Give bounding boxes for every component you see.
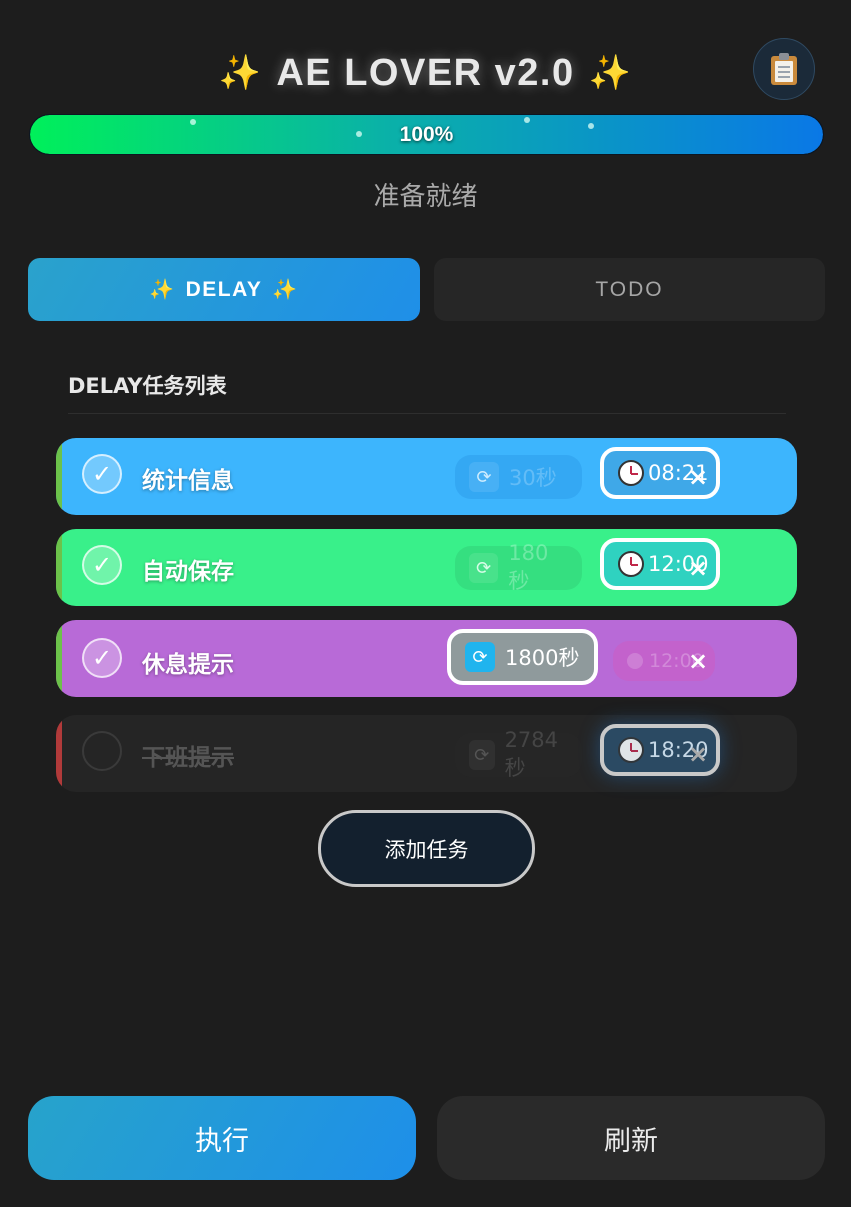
tab-todo-label: TODO: [595, 277, 664, 301]
task-name: 统计信息: [142, 468, 234, 494]
task-checkbox[interactable]: [82, 731, 122, 771]
refresh-icon: ⟳: [469, 462, 499, 492]
interval-value: 1800秒: [505, 646, 580, 670]
task-checkbox[interactable]: ✓: [82, 545, 122, 585]
progress-bar: 100%: [29, 114, 824, 155]
delete-task-button[interactable]: ×: [683, 739, 713, 769]
delete-task-button[interactable]: ×: [683, 646, 713, 676]
progress-percent: 100%: [399, 122, 454, 146]
status-text: 准备就绪: [373, 182, 478, 212]
interval-value: 180秒: [508, 541, 549, 593]
execute-button[interactable]: 执行: [28, 1096, 416, 1180]
alarm-clock-icon: [618, 460, 644, 486]
clipboard-icon: [771, 53, 797, 85]
sparkle-icon: ✨: [272, 279, 299, 301]
refresh-icon: ⟳: [465, 642, 495, 672]
section-title: DELAY任务列表: [68, 374, 227, 398]
sparkle-icon: ✨: [588, 54, 633, 92]
interval-pill[interactable]: ⟳ 2784秒: [455, 728, 582, 780]
task-name: 下班提示: [142, 745, 234, 771]
interval-pill[interactable]: ⟳ 180秒: [455, 541, 582, 593]
app-title-text: AE LOVER v2.0: [276, 51, 575, 94]
alarm-clock-icon: [618, 551, 644, 577]
task-checkbox[interactable]: ✓: [82, 454, 122, 494]
refresh-icon: ⟳: [469, 553, 499, 583]
sparkle-icon: ✨: [218, 54, 263, 92]
alarm-clock-icon: [618, 737, 644, 763]
task-name: 休息提示: [142, 652, 234, 678]
app-title: ✨ AE LOVER v2.0 ✨: [0, 48, 851, 98]
delete-task-button[interactable]: ×: [683, 462, 713, 492]
refresh-button[interactable]: 刷新: [437, 1096, 825, 1180]
tab-delay-label: DELAY: [185, 277, 263, 301]
clipboard-button[interactable]: [753, 38, 815, 100]
sparkle-icon: ✨: [149, 279, 176, 301]
interval-pill[interactable]: ⟳ 1800秒: [447, 629, 598, 685]
add-task-button[interactable]: 添加任务: [318, 810, 535, 887]
interval-pill[interactable]: ⟳ 30秒: [455, 455, 582, 499]
interval-value: 30秒: [509, 466, 557, 490]
interval-value: 2784秒: [504, 728, 559, 780]
divider: [68, 413, 786, 414]
tab-delay[interactable]: ✨ DELAY ✨: [28, 258, 420, 321]
delete-task-button[interactable]: ×: [683, 553, 713, 583]
refresh-icon: ⟳: [469, 740, 495, 770]
tab-todo[interactable]: TODO: [434, 258, 825, 321]
alarm-clock-icon: [627, 653, 643, 669]
task-checkbox[interactable]: ✓: [82, 638, 122, 678]
task-name: 自动保存: [142, 559, 234, 585]
